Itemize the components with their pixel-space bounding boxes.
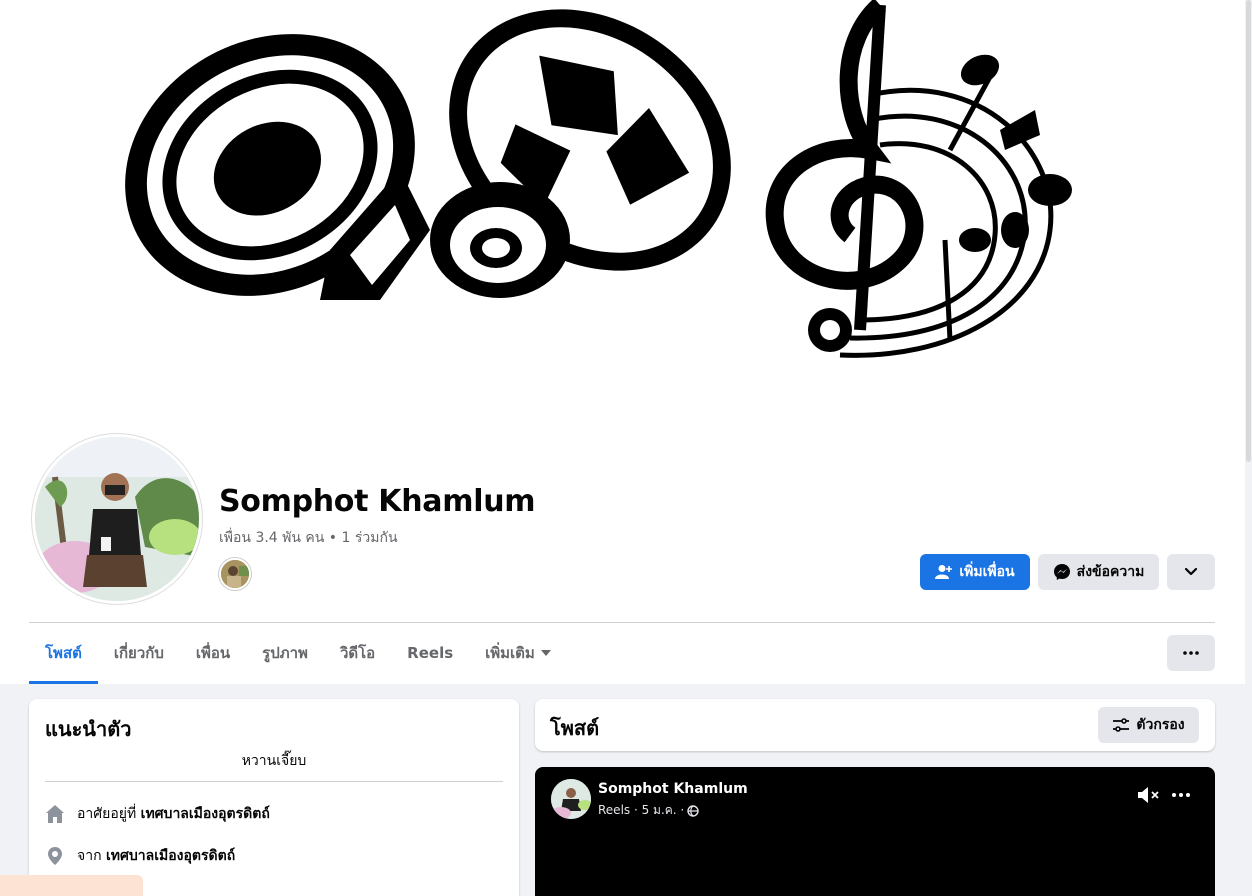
tab-label: วิดีโอ <box>339 644 376 662</box>
add-friend-button[interactable]: เพิ่มเพื่อน <box>920 554 1030 590</box>
reel-options-button[interactable] <box>1171 787 1191 807</box>
message-button[interactable]: ส่งข้อความ <box>1038 554 1159 590</box>
lives-in-place[interactable]: เทศบาลเมืองอุตรดิตถ์ <box>141 806 270 822</box>
from-text: จาก เทศบาลเมืองอุตรดิตถ์ <box>77 845 235 867</box>
home-icon <box>45 804 65 824</box>
tab-reels[interactable]: Reels <box>391 623 469 683</box>
mutual-friend-photo <box>221 560 249 588</box>
from-row: จาก เทศบาลเมืองอุตรดิตถ์ <box>45 845 235 867</box>
intro-title: แนะนำตัว <box>45 717 132 741</box>
filter-label: ตัวกรอง <box>1136 717 1185 733</box>
more-dots-icon <box>1172 793 1190 797</box>
message-label: ส่งข้อความ <box>1076 564 1145 580</box>
friends-count[interactable]: เพื่อน 3.4 พัน คน • 1 ร่วมกัน <box>219 527 398 549</box>
chevron-down-icon <box>1184 567 1198 576</box>
scrollbar-thumb[interactable] <box>1246 0 1251 462</box>
reel-meta-text[interactable]: Reels · 5 ม.ค. · <box>598 801 684 820</box>
tab-label: เพิ่มเติม <box>485 644 535 662</box>
profile-tabs: โพสต์ เกี่ยวกับ เพื่อน รูปภาพ วิดีโอ Ree… <box>29 623 567 684</box>
profile-avatar[interactable] <box>32 434 202 604</box>
reel-author-name[interactable]: Somphot Khamlum <box>598 781 748 797</box>
tab-about[interactable]: เกี่ยวกับ <box>98 623 180 683</box>
cover-photo[interactable] <box>0 0 1245 462</box>
tab-friends[interactable]: เพื่อน <box>180 623 246 683</box>
tab-label: เพื่อน <box>195 644 231 662</box>
profile-options-button[interactable] <box>1167 554 1215 590</box>
more-dots-icon <box>1183 651 1199 655</box>
cover-illustration <box>125 0 1072 358</box>
from-prefix: จาก <box>77 848 102 864</box>
tabs-more-options-button[interactable] <box>1167 635 1215 671</box>
tab-label: โพสต์ <box>45 644 82 662</box>
reel-author-avatar[interactable] <box>551 779 591 819</box>
tab-videos[interactable]: วิดีโอ <box>324 623 391 683</box>
messenger-icon <box>1053 564 1070 580</box>
posts-header-card: โพสต์ ตัวกรอง <box>535 699 1215 751</box>
mutual-friend-avatar[interactable] <box>219 558 251 590</box>
reel-author-photo <box>551 779 591 819</box>
filter-button[interactable]: ตัวกรอง <box>1098 707 1199 743</box>
tab-more[interactable]: เพิ่มเติม <box>469 623 567 683</box>
location-pin-icon <box>45 846 65 866</box>
tab-posts[interactable]: โพสต์ <box>29 623 98 684</box>
tab-photos[interactable]: รูปภาพ <box>246 623 324 683</box>
tab-label: รูปภาพ <box>262 644 308 662</box>
globe-icon <box>687 804 699 817</box>
avatar-photo <box>35 437 199 601</box>
reel-post[interactable]: Somphot Khamlum Reels · 5 ม.ค. · <box>535 767 1215 896</box>
profile-name: Somphot Khamlum <box>219 484 536 519</box>
add-friend-icon <box>935 565 953 579</box>
posts-title: โพสต์ <box>550 716 600 740</box>
reel-meta: Reels · 5 ม.ค. · <box>598 801 699 820</box>
filter-icon <box>1113 718 1130 732</box>
muted-speaker-icon <box>1138 787 1159 803</box>
tab-label: Reels <box>407 644 454 662</box>
lives-in-row: อาศัยอยู่ที่ เทศบาลเมืองอุตรดิตถ์ <box>45 803 270 825</box>
caret-down-icon <box>540 650 551 656</box>
tab-label: เกี่ยวกับ <box>113 644 164 662</box>
intro-bio: หวานเจี๊ยบ <box>241 753 307 769</box>
lives-in-text: อาศัยอยู่ที่ เทศบาลเมืองอุตรดิตถ์ <box>77 803 270 825</box>
lives-in-prefix: อาศัยอยู่ที่ <box>77 806 137 822</box>
intro-card: แนะนำตัว หวานเจี๊ยบ อาศัยอยู่ที่ เทศบาลเ… <box>29 699 519 896</box>
mute-button[interactable] <box>1137 786 1161 808</box>
bottom-left-popup[interactable] <box>0 875 143 896</box>
bio-divider <box>45 781 503 782</box>
page-scrollbar[interactable] <box>1245 0 1252 896</box>
from-place[interactable]: เทศบาลเมืองอุตรดิตถ์ <box>106 848 235 864</box>
add-friend-label: เพิ่มเพื่อน <box>959 564 1015 580</box>
